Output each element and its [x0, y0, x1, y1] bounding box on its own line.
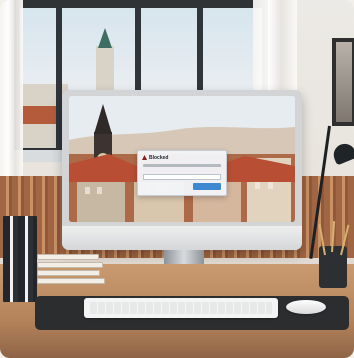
notebook: [37, 270, 100, 276]
monitor-chin: [62, 226, 302, 250]
blocked-icon: [142, 155, 147, 160]
green-spire: [98, 28, 112, 48]
notebook: [37, 278, 105, 284]
keyboard[interactable]: [84, 298, 278, 318]
notebook: [37, 254, 99, 260]
dialog-input[interactable]: [143, 174, 221, 180]
desk-lamp-icon: [330, 140, 354, 166]
wall-art: [332, 38, 354, 126]
dialog-button[interactable]: [193, 183, 221, 190]
blocked-dialog[interactable]: Blocked: [137, 150, 227, 196]
stack-of-books: [3, 216, 37, 302]
office-desk-scene: Blocked: [0, 0, 354, 358]
dialog-message-placeholder: [143, 164, 221, 167]
keyboard-keys[interactable]: [90, 302, 272, 314]
notebook: [37, 262, 103, 268]
mouse[interactable]: [286, 300, 326, 314]
dialog-title: Blocked: [149, 155, 169, 161]
